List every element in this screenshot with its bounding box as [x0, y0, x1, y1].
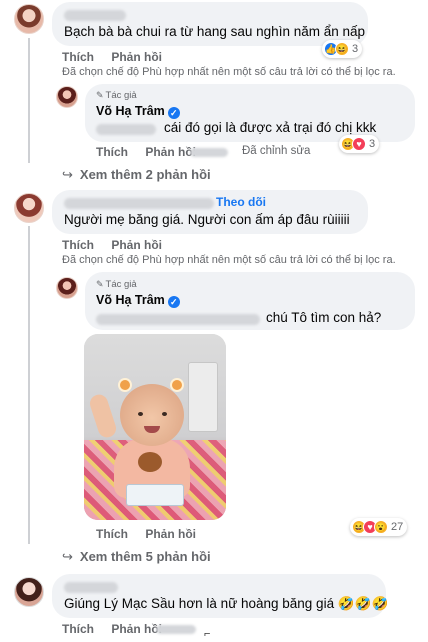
comment-text: Bạch bà bà chui ra từ hang sau nghìn năm…: [64, 24, 366, 39]
comment-text: Người mẹ băng giá. Người con ấm áp đâu r…: [64, 212, 350, 227]
like-link[interactable]: Thích: [62, 238, 94, 252]
reaction-summary[interactable]: 😆 ♥ 😮 27: [350, 518, 408, 536]
love-icon: ♥: [352, 137, 366, 151]
photo-headband-ear: [170, 378, 184, 392]
comment-bubble: Bạch bà bà chui ra từ hang sau nghìn năm…: [52, 2, 368, 46]
author-badge: ✎ Tác giả: [96, 279, 137, 290]
reaction-count: 27: [391, 521, 404, 533]
reply-text: chú Tô tìm con hả?: [266, 310, 382, 325]
follow-link[interactable]: Theo dõi: [216, 195, 266, 209]
blurred-timestamp: [190, 148, 228, 157]
reply-link[interactable]: Phản hồi: [111, 622, 162, 636]
haha-icon: 😆: [335, 42, 349, 56]
pencil-icon: ✎: [96, 90, 104, 100]
reply-link[interactable]: Phản hồi: [145, 527, 196, 541]
reaction-count: 3: [369, 138, 376, 150]
author-name[interactable]: Võ Hạ Trâm ✓: [96, 293, 180, 308]
photo-eye: [138, 412, 143, 416]
like-link[interactable]: Thích: [96, 527, 128, 541]
comment-actions: Thích Phản hồi: [62, 238, 176, 252]
blurred-tagged-name: [96, 124, 156, 135]
wow-icon: 😮: [374, 520, 388, 534]
like-link[interactable]: Thích: [62, 622, 94, 636]
reply-actions: Thích Phản hồi: [96, 527, 210, 541]
reply-photo[interactable]: [84, 334, 226, 520]
like-link[interactable]: Thích: [62, 50, 94, 64]
view-more-replies[interactable]: ↪ Xem thêm 5 phản hồi: [62, 549, 211, 565]
commenter-avatar[interactable]: [14, 193, 44, 223]
author-badge: ✎ Tác giả: [96, 90, 137, 101]
photo-radiator: [188, 362, 218, 432]
cursor-mark: ⌐: [204, 628, 211, 640]
reply-link[interactable]: Phản hồi: [145, 145, 196, 159]
edited-label: Đã chỉnh sửa: [242, 145, 311, 157]
comment-text: Giúng Lý Mạc Sầu hơn là nữ hoàng băng gi…: [64, 596, 389, 611]
reply-thread-line: [28, 226, 30, 544]
photo-baby-head: [120, 384, 184, 446]
author-name[interactable]: Võ Hạ Trâm ✓: [96, 104, 180, 119]
reply-link[interactable]: Phản hồi: [111, 238, 162, 252]
filter-notice: Đã chọn chế độ Phù hợp nhất nên một số c…: [62, 254, 396, 266]
reaction-count: 3: [352, 43, 359, 55]
verified-icon: ✓: [167, 296, 180, 308]
reaction-summary[interactable]: 😆 ♥ 3: [339, 135, 380, 153]
reply-link[interactable]: Phản hồi: [111, 50, 162, 64]
photo-eye: [162, 412, 167, 416]
pencil-icon: ✎: [96, 279, 104, 289]
photo-headband-ear: [118, 378, 132, 392]
reply-arrow-icon: ↪: [62, 549, 73, 564]
commenter-avatar[interactable]: [14, 4, 44, 34]
author-avatar[interactable]: [56, 86, 78, 108]
author-avatar[interactable]: [56, 277, 78, 299]
comment-actions: Thích Phản hồi: [62, 50, 176, 64]
blurred-commenter-name: [64, 10, 126, 21]
comment-bubble: Giúng Lý Mạc Sầu hơn là nữ hoàng băng gi…: [52, 574, 389, 618]
photo-bear-print: [138, 452, 162, 472]
reaction-summary[interactable]: 👍 😆 3: [322, 40, 363, 58]
comment-bubble: Người mẹ băng giá. Người con ấm áp đâu r…: [52, 190, 368, 234]
blurred-commenter-name: [64, 198, 214, 209]
photo-wipes-box: [126, 484, 184, 506]
verified-icon: ✓: [167, 107, 180, 119]
blurred-tagged-name: [96, 314, 260, 325]
reply-thread-line: [28, 38, 30, 163]
view-more-replies[interactable]: ↪ Xem thêm 2 phản hồi: [62, 167, 211, 183]
filter-notice: Đã chọn chế độ Phù hợp nhất nên một số c…: [62, 66, 396, 78]
commenter-avatar[interactable]: [14, 577, 44, 607]
reply-arrow-icon: ↪: [62, 167, 73, 182]
blurred-timestamp: [156, 625, 196, 634]
blurred-commenter-name: [64, 582, 118, 593]
like-link[interactable]: Thích: [96, 145, 128, 159]
reply-text: cái đó gọi là được xả trại đó chị kkk: [164, 120, 377, 135]
